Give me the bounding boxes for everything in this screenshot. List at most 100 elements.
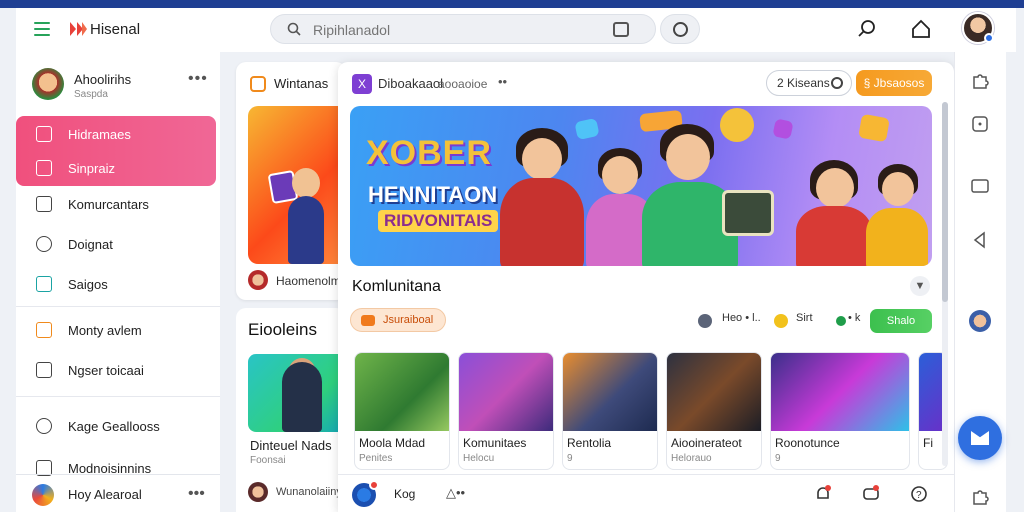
footer-avatar xyxy=(248,482,268,502)
sidebar-item-label: Monty avlem xyxy=(68,322,142,338)
card-subtitle: Helocu xyxy=(463,453,495,464)
user-avatar[interactable] xyxy=(962,12,994,44)
filter-option[interactable]: • k xyxy=(848,312,860,324)
card-subtitle: 9 xyxy=(567,453,573,464)
sidebar-item-label: Doignat xyxy=(68,236,113,252)
sidebar-item-doignat[interactable]: Doignat xyxy=(16,226,216,262)
card-image xyxy=(248,106,346,264)
footer-avatar[interactable] xyxy=(352,480,379,507)
panel-search-pill[interactable]: 2 Kiseans xyxy=(766,70,852,96)
top-accent-strip xyxy=(0,0,1024,8)
sidebar-item-sinpraiz[interactable]: Sinpraiz xyxy=(16,150,216,186)
hero-headline: XOBER xyxy=(366,134,492,172)
community-card[interactable]: Aiooinerateot Helorauo xyxy=(666,352,762,470)
panel-more-button[interactable]: •• xyxy=(498,74,507,89)
community-card[interactable]: Komunitaes Helocu xyxy=(458,352,554,470)
sidebar-item-ngser-toicaai[interactable]: Ngser toicaai xyxy=(16,352,216,388)
contact-avatar[interactable] xyxy=(969,310,991,332)
sidebar-item-kage-geallooss[interactable]: Kage Geallooss xyxy=(16,408,216,444)
category-chip[interactable]: Jsuraiboal xyxy=(350,308,446,332)
sidebar-divider xyxy=(16,306,220,307)
sidebar-item-label: Ngser toicaai xyxy=(68,362,144,378)
profile-more-button[interactable]: ••• xyxy=(188,70,208,88)
card-author-avatar xyxy=(248,270,268,290)
community-card[interactable]: Rentolia 9 xyxy=(562,352,658,470)
child-illustration-head xyxy=(292,168,320,198)
leaf-icon xyxy=(836,316,846,326)
card-title: Wintanas xyxy=(274,76,329,91)
sidebar-item-komurcantars[interactable]: Komurcantars xyxy=(16,186,216,222)
community-card[interactable]: Moola Mdad Penites xyxy=(354,352,450,470)
footer-action[interactable]: △•• xyxy=(446,485,465,501)
magnifier-icon[interactable] xyxy=(856,18,878,40)
clock-button[interactable] xyxy=(660,14,700,44)
sidebar-item-saigos[interactable]: Saigos xyxy=(16,266,216,302)
share-button[interactable]: Shalo xyxy=(870,309,932,333)
account-avatar xyxy=(32,484,54,506)
card-thumbnail xyxy=(355,353,449,431)
footer-label: Kog xyxy=(394,487,416,501)
top-bar: Hisenal xyxy=(16,8,1016,52)
notification-badge xyxy=(369,480,379,490)
search-input[interactable] xyxy=(313,20,593,40)
video-thumbnail[interactable] xyxy=(248,354,346,432)
compose-button[interactable] xyxy=(958,416,1002,460)
calendar-icon xyxy=(36,322,52,338)
sidebar-item-label: Kage Geallooss xyxy=(68,418,160,434)
bell-icon[interactable] xyxy=(814,485,832,503)
sidebar: Ahoolirihs Saspda ••• Hidramaes Sinpraiz… xyxy=(16,52,220,512)
hero-banner[interactable]: XOBER HENNITAON RIDVONITAIS xyxy=(350,106,932,266)
square-icon[interactable] xyxy=(970,114,990,134)
video-title[interactable]: Dinteuel Nads xyxy=(250,438,332,453)
calendar-icon[interactable] xyxy=(613,22,629,37)
profile-subtitle: Saspda xyxy=(74,89,108,100)
help-icon xyxy=(36,418,52,434)
panel-scrollbar[interactable] xyxy=(942,102,948,466)
svg-text:?: ? xyxy=(916,490,922,501)
hamburger-icon[interactable] xyxy=(34,22,50,36)
video-subtitle: Foonsai xyxy=(250,455,286,466)
sidebar-item-monty-avlem[interactable]: Monty avlem xyxy=(16,312,216,348)
sidebar-account-row[interactable]: Hoy Alearoal ••• xyxy=(16,474,220,512)
sidebar-item-label: Saigos xyxy=(68,276,108,292)
hero-subtitle: RIDVONITAIS xyxy=(378,210,499,232)
character-head xyxy=(522,138,562,180)
home-icon[interactable] xyxy=(910,18,932,40)
chevron-down-icon[interactable]: ▼ xyxy=(910,276,930,296)
sidebar-item-hidramaes[interactable]: Hidramaes xyxy=(16,116,216,152)
app-title: Hisenal xyxy=(90,21,141,38)
chat-icon xyxy=(36,236,52,252)
chat-bubble-icon[interactable] xyxy=(862,485,880,503)
video-icon xyxy=(361,315,375,326)
card-title: Aiooinerateot xyxy=(671,436,742,450)
panel-search-label: 2 Kiseans xyxy=(777,76,830,90)
account-more-button[interactable]: ••• xyxy=(188,485,205,503)
sidebar-divider xyxy=(16,396,220,397)
community-card[interactable]: Roonotunce 9 xyxy=(770,352,910,470)
card-thumbnail xyxy=(563,353,657,431)
puzzle-icon[interactable] xyxy=(970,486,990,506)
inbox-icon xyxy=(36,196,52,212)
collapse-icon[interactable] xyxy=(970,230,990,250)
puzzle-icon[interactable] xyxy=(970,70,990,90)
character-head xyxy=(666,134,710,180)
card-subtitle: 9 xyxy=(775,453,781,464)
card-title: Roonotunce xyxy=(775,436,840,450)
profile-avatar[interactable] xyxy=(32,68,64,100)
gadget-illustration xyxy=(722,190,774,236)
primary-action-button[interactable]: § Jbsaosos xyxy=(856,70,932,96)
card-title: Rentolia xyxy=(567,436,612,450)
character-head xyxy=(882,172,914,206)
filter-option[interactable]: Heo • l.. xyxy=(722,312,761,324)
panel-title: Diboakaaol xyxy=(378,76,444,91)
card-thumbnail xyxy=(459,353,553,431)
clock-icon xyxy=(673,22,688,37)
search-bar[interactable] xyxy=(270,14,656,44)
panel-icon[interactable] xyxy=(970,176,990,196)
help-icon[interactable]: ? xyxy=(910,485,928,503)
featured-card[interactable]: Wintanas Haomenolmig xyxy=(236,62,346,300)
filter-option[interactable]: Sirt xyxy=(796,312,813,324)
scrollbar-thumb[interactable] xyxy=(942,102,948,302)
sidebar-item-label: Hidramaes xyxy=(68,126,131,142)
list-icon xyxy=(36,362,52,378)
